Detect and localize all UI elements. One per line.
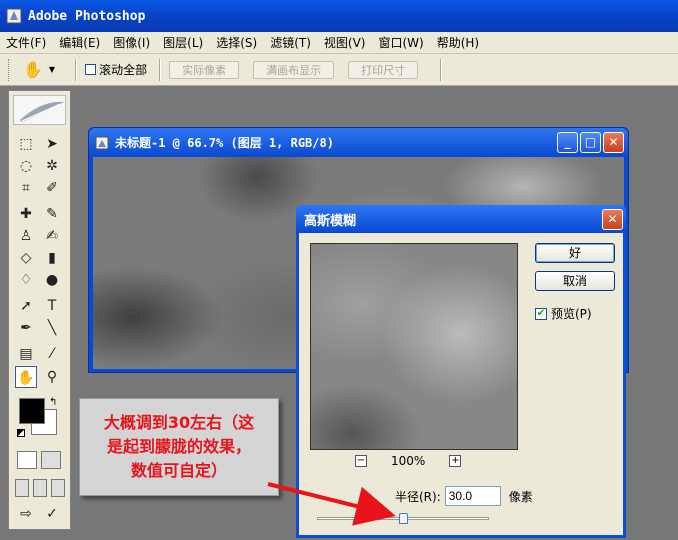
preview-label: 预览(P)	[551, 307, 592, 321]
swap-colors-icon[interactable]: ↰	[49, 397, 57, 408]
screen-mode-standard-icon[interactable]	[15, 479, 29, 497]
healing-brush-icon[interactable]: ✚	[15, 203, 37, 225]
toolbar-grip[interactable]	[8, 58, 11, 81]
gradient-tool-icon[interactable]: ▮	[41, 247, 63, 269]
pen-tool-icon[interactable]: ✒	[15, 317, 37, 339]
dialog-title: 高斯模糊	[304, 213, 357, 229]
blur-tool-icon[interactable]: ♢	[15, 269, 37, 291]
quick-mask-icon[interactable]	[41, 451, 61, 469]
scroll-all-checkbox[interactable]: 滚动全部	[85, 61, 147, 78]
separator	[159, 58, 162, 81]
actual-pixels-button[interactable]: 实际像素	[169, 60, 240, 79]
radius-row: 半径(R): 像素	[395, 486, 533, 506]
zoom-out-icon[interactable]: −	[355, 455, 367, 467]
menu-view[interactable]: 视图(V)	[324, 34, 366, 51]
cancel-button[interactable]: 取消	[535, 271, 615, 291]
menu-edit[interactable]: 编辑(E)	[59, 34, 100, 51]
maximize-icon[interactable]: □	[580, 132, 601, 153]
checkbox-box[interactable]	[85, 64, 97, 75]
foreground-color-swatch[interactable]	[19, 398, 45, 424]
crop-tool-icon[interactable]: ⌗	[15, 177, 37, 199]
document-title: 未标题-1 @ 66.7% (图层 1, RGB/8)	[115, 136, 334, 150]
radius-label: 半径(R):	[395, 489, 441, 504]
hand-tool-icon[interactable]: ✋	[23, 60, 43, 79]
window-buttons: _ □ ✕	[557, 132, 624, 153]
imageready-icon[interactable]: ✓	[41, 503, 63, 525]
blur-preview[interactable]	[310, 243, 518, 450]
annotation-line: 数值可自定）	[130, 461, 227, 480]
dodge-tool-icon[interactable]: ●	[41, 269, 63, 291]
menu-filter[interactable]: 滤镜(T)	[270, 34, 311, 51]
zoom-tool-icon[interactable]: ⚲	[41, 366, 63, 388]
dialog-title-bar[interactable]: 高斯模糊 ✕	[296, 205, 626, 233]
toolbox: ⬚ ➤ ◌ ✲ ⌗ ✐ ✚ ✎ ♙ ✍ ◇ ▮ ♢ ● ➚ T ✒ ╲ ▤ ⁄ …	[8, 90, 71, 530]
photoshop-icon	[6, 8, 22, 24]
zoom-controls: − 100% +	[355, 454, 462, 468]
eraser-tool-icon[interactable]: ◇	[15, 247, 37, 269]
app-title: Adobe Photoshop	[28, 8, 146, 24]
annotation-line: 是起到朦胧的效果，	[106, 437, 251, 456]
menu-window[interactable]: 窗口(W)	[378, 34, 423, 51]
standard-mode-icon[interactable]	[17, 451, 37, 469]
brush-tool-icon[interactable]: ✎	[41, 203, 63, 225]
jump-to-imageready-icon[interactable]: ⇨	[15, 503, 37, 525]
hand-tool-icon[interactable]: ✋	[15, 366, 37, 388]
eyedropper-icon[interactable]: ⁄	[41, 343, 63, 365]
fit-screen-button[interactable]: 满画布显示	[253, 60, 335, 79]
clone-stamp-icon[interactable]: ♙	[15, 225, 37, 247]
screen-mode-full-menu-icon[interactable]	[33, 479, 47, 497]
checkmark-icon[interactable]: ✔	[535, 307, 547, 320]
close-icon[interactable]: ✕	[602, 209, 623, 230]
app-title-bar: Adobe Photoshop	[0, 0, 678, 32]
feather-logo-icon	[13, 95, 66, 125]
gaussian-blur-dialog: 高斯模糊 ✕ − 100% + 好 取消 ✔ 预览(P) 半径(R): 像素	[296, 205, 626, 538]
annotation-line: 大概调到30左右（这	[103, 413, 255, 432]
menu-bar: 文件(F) 编辑(E) 图像(I) 图层(L) 选择(S) 滤镜(T) 视图(V…	[0, 32, 678, 54]
zoom-in-icon[interactable]: +	[449, 455, 462, 467]
chevron-down-icon[interactable]: ▼	[49, 65, 55, 74]
scroll-all-label: 滚动全部	[99, 63, 148, 77]
separator	[75, 58, 78, 81]
options-bar: ✋ ▼ 滚动全部 实际像素 满画布显示 打印尺寸	[0, 54, 678, 86]
menu-select[interactable]: 选择(S)	[216, 34, 257, 51]
menu-file[interactable]: 文件(F)	[6, 34, 46, 51]
radius-unit: 像素	[508, 489, 533, 504]
path-select-icon[interactable]: ➚	[15, 295, 37, 317]
zoom-level: 100%	[391, 454, 426, 468]
history-brush-icon[interactable]: ✍	[41, 225, 63, 247]
minimize-icon[interactable]: _	[557, 132, 578, 153]
radius-input[interactable]	[444, 486, 501, 506]
radius-slider-thumb[interactable]	[399, 513, 408, 524]
default-colors-icon[interactable]	[17, 429, 25, 437]
close-icon[interactable]: ✕	[603, 132, 624, 153]
document-title-bar[interactable]: 未标题-1 @ 66.7% (图层 1, RGB/8)	[89, 128, 628, 157]
slice-tool-icon[interactable]: ✐	[41, 177, 63, 199]
menu-help[interactable]: 帮助(H)	[437, 34, 479, 51]
type-tool-icon[interactable]: T	[41, 295, 63, 317]
separator	[440, 58, 443, 81]
document-icon	[95, 136, 109, 149]
line-tool-icon[interactable]: ╲	[41, 317, 63, 339]
screen-mode-full-icon[interactable]	[51, 479, 65, 497]
menu-image[interactable]: 图像(I)	[113, 34, 150, 51]
notes-tool-icon[interactable]: ▤	[15, 343, 37, 365]
annotation-note: 大概调到30左右（这 是起到朦胧的效果， 数值可自定）	[79, 398, 279, 496]
menu-layer[interactable]: 图层(L)	[163, 34, 203, 51]
move-tool-icon[interactable]: ➤	[41, 133, 63, 155]
ok-button[interactable]: 好	[535, 243, 615, 263]
preview-checkbox[interactable]: ✔ 预览(P)	[535, 305, 592, 322]
magic-wand-icon[interactable]: ✲	[41, 155, 63, 177]
print-size-button[interactable]: 打印尺寸	[348, 60, 419, 79]
lasso-tool-icon[interactable]: ◌	[15, 155, 37, 177]
marquee-tool-icon[interactable]: ⬚	[15, 133, 37, 155]
